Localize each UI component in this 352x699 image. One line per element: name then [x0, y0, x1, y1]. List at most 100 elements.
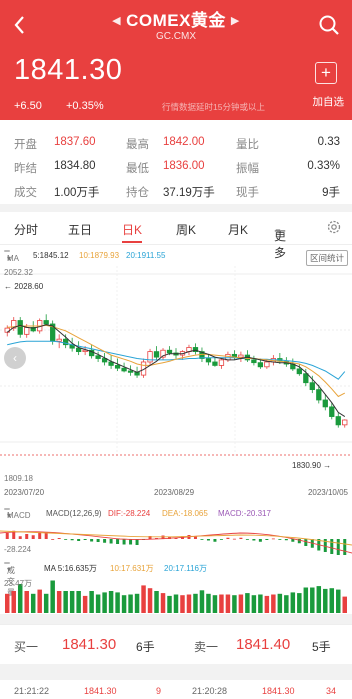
interval-stats-button[interactable]: 区间统计 [305, 250, 348, 266]
prev-symbol-arrow[interactable]: ◀ [112, 15, 121, 27]
macd-bar [284, 539, 288, 541]
macd-bar [304, 539, 308, 546]
tab-timeshare[interactable]: 分时 [14, 221, 38, 238]
bid-ask-panel: 买一 1841.30 6手 卖一 1841.40 5手 [0, 624, 352, 664]
divider [0, 204, 352, 212]
period-tabs: 分时 五日 日K 周K 月K 更多 ▼ [0, 215, 352, 260]
macd-bar [103, 539, 107, 543]
volume-badge[interactable]: 成交量 ▾ [4, 562, 15, 597]
volume-bar [199, 590, 205, 613]
volume-bar [43, 593, 49, 613]
buy-one-label: 买一 [14, 640, 39, 654]
add-watchlist-button[interactable]: + [315, 62, 337, 84]
volume-bar [147, 588, 153, 613]
volume-bar [37, 589, 42, 613]
volume-bar [82, 595, 88, 613]
next-symbol-arrow[interactable]: ▶ [231, 15, 240, 27]
volume-bar [232, 595, 237, 613]
buy-one-price: 1841.30 [62, 636, 117, 653]
ma-badge[interactable]: MA ▾ [4, 250, 19, 263]
volume-bar [76, 591, 81, 613]
volume-bar [128, 594, 133, 613]
candle-body [153, 351, 160, 358]
ma5-line [6, 324, 346, 418]
volume-bar [160, 593, 166, 613]
low-label: 最低 [126, 163, 149, 175]
candlestick-chart[interactable] [0, 266, 352, 458]
stats-row: 开盘 1837.60 最高 1842.00 量比 0.33 [0, 136, 352, 156]
macd-bar [258, 539, 262, 542]
chevron-left-icon: ‹ [13, 351, 17, 365]
tab-monthly-k[interactable]: 月K [228, 221, 248, 238]
prev-close-value: 1834.80 [54, 160, 96, 172]
plus-icon: + [321, 63, 331, 82]
trade-time: 21:21:22 [14, 686, 50, 696]
volume-bar [258, 594, 263, 613]
macd-legend: MACD ▾ MACD(12,26,9) DIF:-28.224 DEA:-18.… [0, 507, 352, 521]
macd-bar [18, 536, 22, 539]
volume-bar [297, 593, 302, 613]
macd-bar [336, 539, 340, 555]
trade-qty: 34 [326, 686, 337, 696]
current-value: 9手 [322, 187, 340, 199]
macd-badge[interactable]: MACD ▾ [4, 508, 31, 520]
macd-bar [44, 532, 48, 539]
macd-bar [5, 533, 9, 539]
chart-scroll-handle[interactable]: ‹ [4, 347, 26, 369]
volume-bar [56, 591, 62, 613]
sell-one-price: 1841.40 [236, 636, 291, 653]
delay-note: 行情数据延时15分钟或以上 [162, 102, 265, 112]
candle-body [43, 320, 49, 325]
volume-bar [121, 595, 127, 613]
macd-bar [213, 539, 217, 542]
volume-axis-top: 23.47万 [4, 579, 33, 588]
macd-dif: DIF:-28.224 [108, 509, 151, 518]
macd-bar [206, 539, 210, 541]
volume-bar [5, 593, 10, 613]
volume-bar [225, 594, 231, 613]
candle-body [329, 406, 335, 417]
price-change-pct: +0.35% [66, 100, 104, 112]
volume-bar [323, 588, 328, 613]
tab-five-day[interactable]: 五日 [68, 221, 92, 238]
vol-ma10: 10:17.631万 [110, 564, 154, 573]
volume-bar [141, 585, 146, 613]
amplitude-label: 振幅 [236, 163, 259, 175]
ma20-value: 20:1911.55 [126, 251, 166, 260]
candle-body [121, 367, 127, 372]
search-button[interactable] [318, 14, 340, 36]
chart-settings-button[interactable] [326, 219, 342, 238]
position-value: 37.19万手 [163, 187, 215, 199]
date-label: 2023/08/29 [154, 488, 195, 497]
tab-weekly-k[interactable]: 周K [176, 221, 196, 238]
macd-bar [200, 539, 204, 540]
volume-bars [5, 580, 347, 613]
volume-bar [212, 595, 218, 613]
volume-bar [30, 593, 36, 613]
sell-one-label: 卖一 [194, 640, 219, 654]
volume-bar [134, 593, 140, 613]
trade-price: 1841.30 [84, 686, 117, 696]
position-label: 持仓 [126, 187, 149, 199]
volume-bar [219, 594, 224, 613]
vol-ma20: 20:17.116万 [164, 564, 207, 573]
candle-body [212, 361, 218, 366]
divider [0, 614, 352, 624]
vol-ma5: MA 5:16.635万 [44, 564, 97, 573]
candle-body [238, 354, 244, 358]
macd-bar [226, 537, 230, 539]
macd-chart [0, 530, 352, 555]
candles [4, 314, 348, 428]
macd-bar [129, 539, 133, 545]
macd-axis-low: -28.224 [4, 545, 32, 554]
tab-daily-k[interactable]: 日K [122, 221, 142, 238]
divider [0, 664, 352, 680]
candle-body [24, 327, 30, 335]
volume-chart [5, 580, 347, 613]
trade-time: 21:20:28 [192, 686, 228, 696]
add-watchlist-label[interactable]: 加自选 [313, 94, 345, 109]
macd-bar [70, 539, 74, 541]
volume-bar [329, 588, 335, 613]
candle-body [296, 368, 302, 375]
prev-close-label: 昨结 [14, 163, 37, 175]
